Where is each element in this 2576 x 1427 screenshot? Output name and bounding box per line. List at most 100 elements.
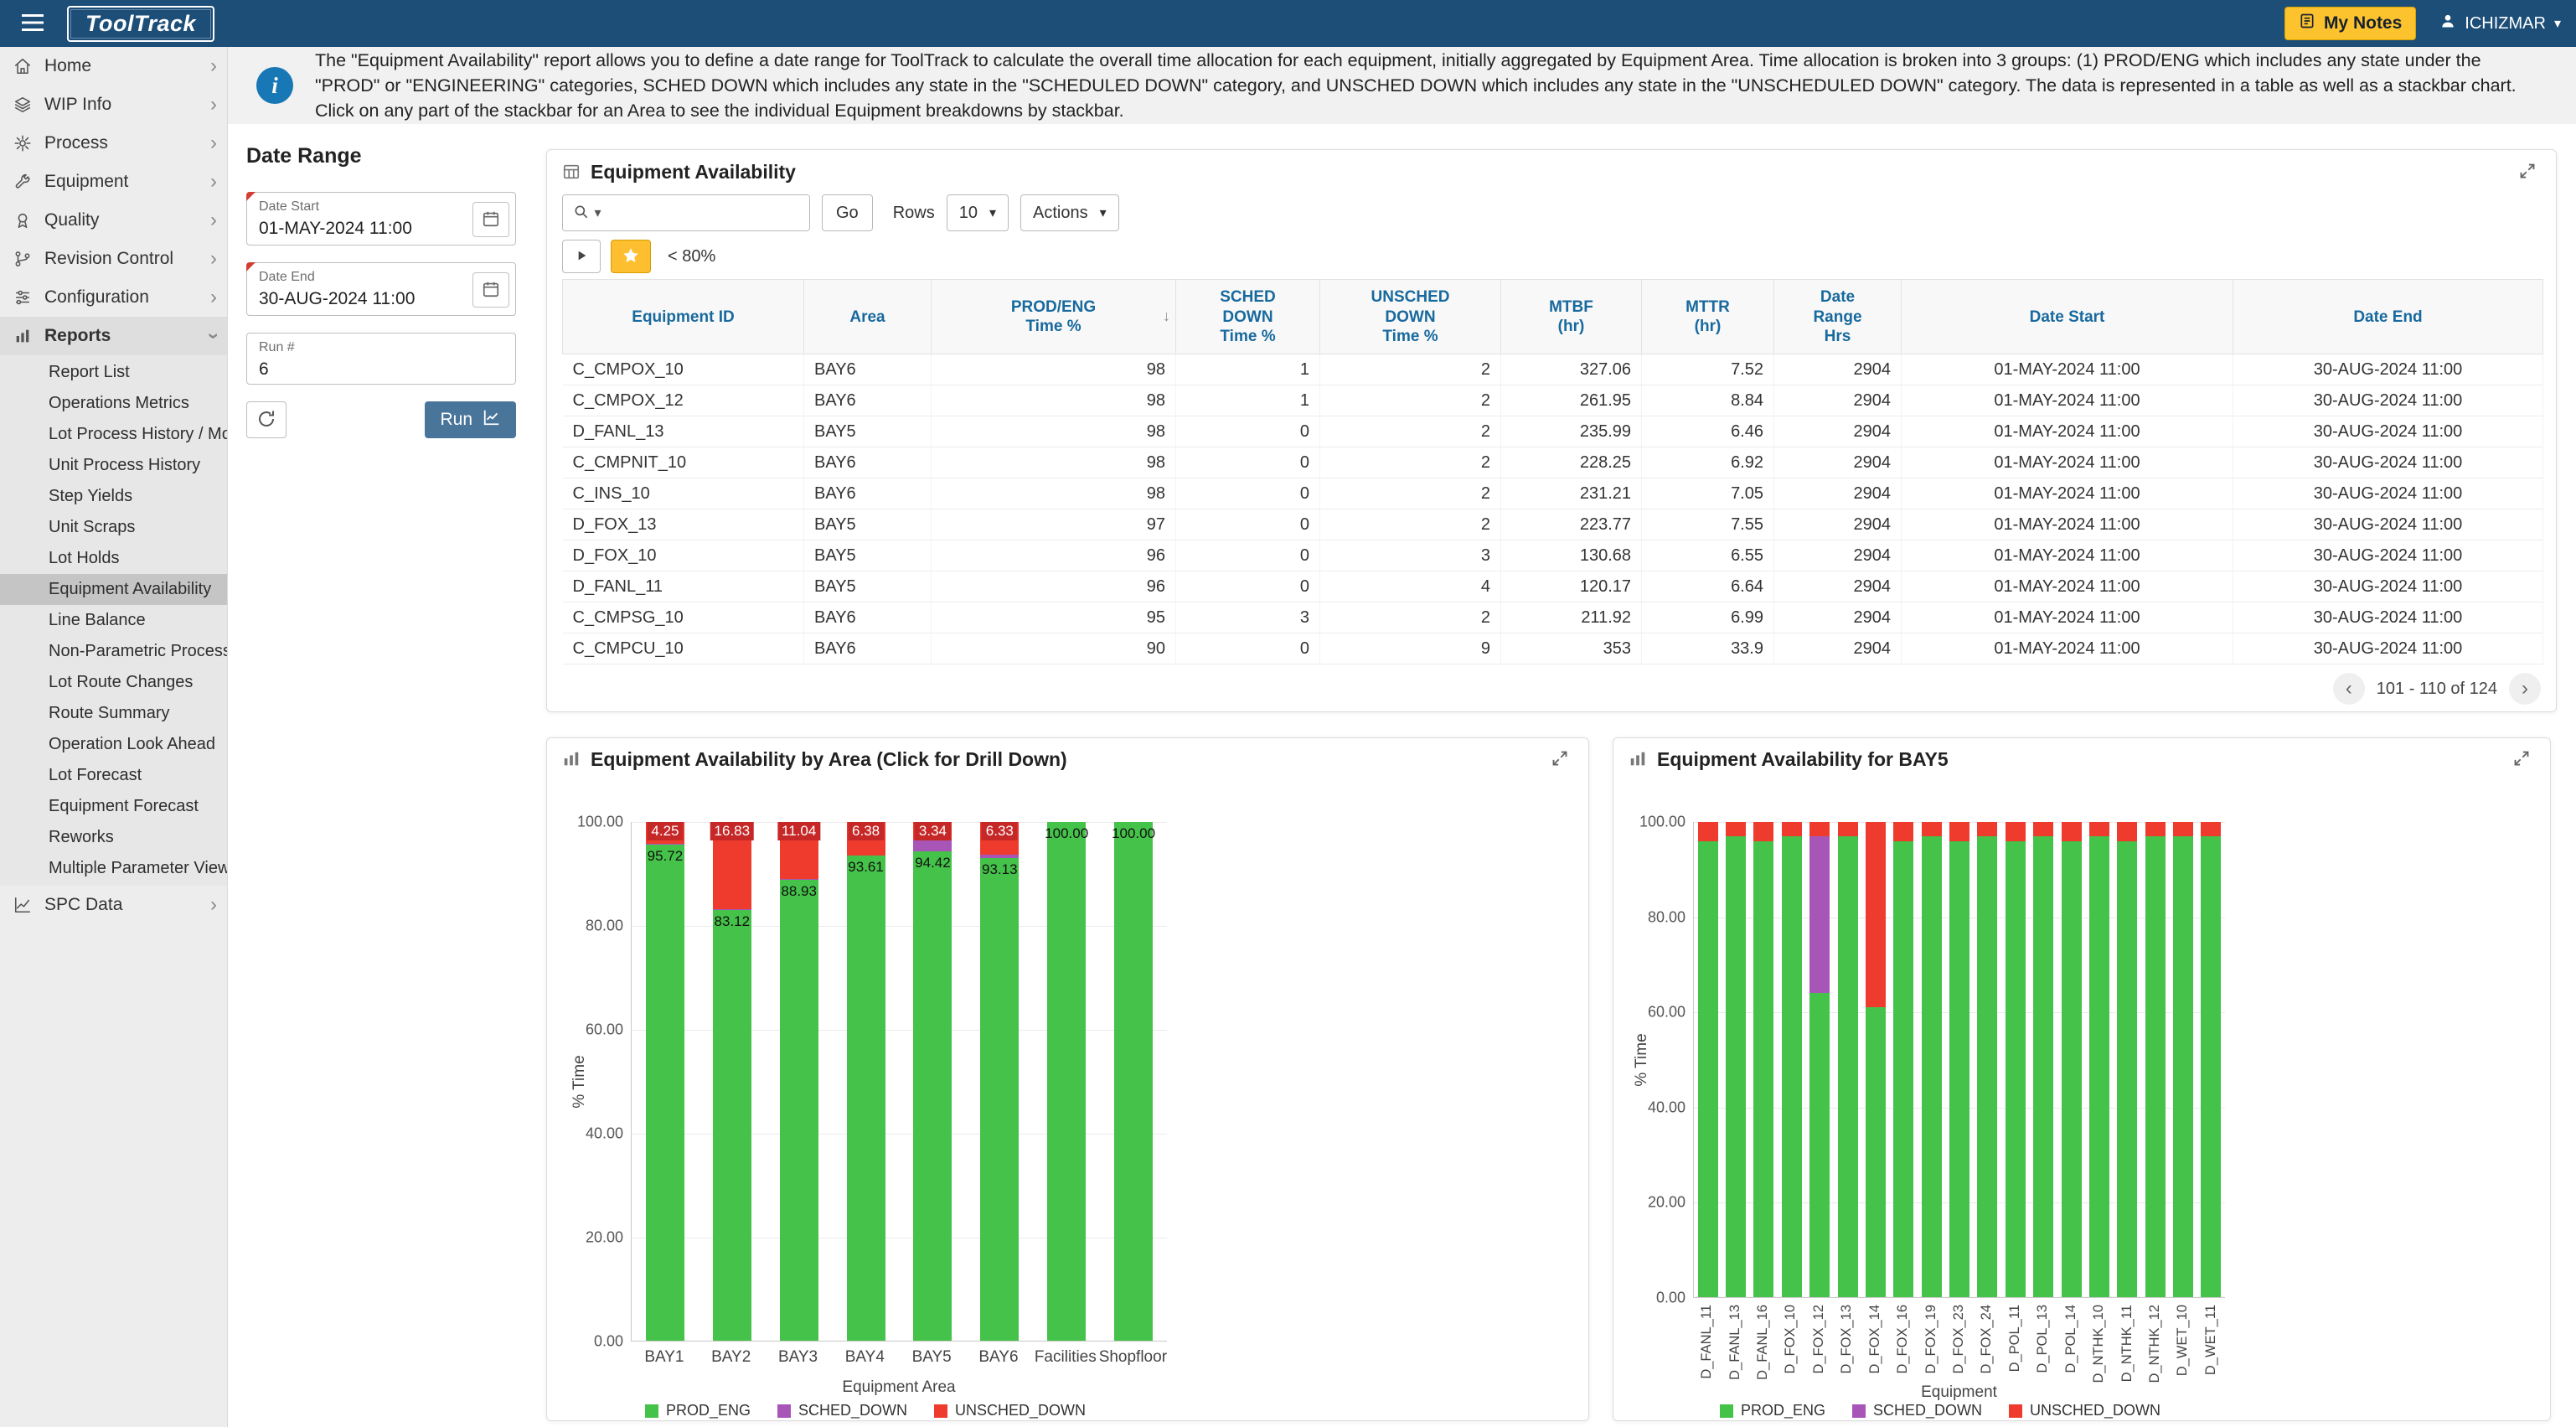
column-header-date-start[interactable]: Date Start (1902, 280, 2233, 354)
equipment-id-link[interactable]: C_CMPCU_10 (563, 633, 804, 664)
table-row: D_FANL_13BAY59802235.996.46290401-MAY-20… (563, 416, 2543, 447)
sidebar-item-revision-control[interactable]: Revision Control› (0, 240, 227, 278)
reset-button[interactable] (246, 401, 287, 438)
bar-segment-unsched-down[interactable]: 3.34 (913, 822, 952, 840)
bar-segment-sched-down[interactable] (913, 840, 952, 851)
search-options-button[interactable]: ▾ (563, 195, 612, 230)
bar-segment-unsched-down (1782, 822, 1802, 836)
equipment-id-link[interactable]: C_CMPSG_10 (563, 602, 804, 633)
user-menu-button[interactable]: ICHIZMAR ▾ (2439, 13, 2561, 34)
sidebar-item-configuration[interactable]: Configuration› (0, 278, 227, 317)
next-page-button[interactable]: › (2509, 673, 2541, 705)
column-header-mttr-hr[interactable]: MTTR(hr) (1642, 280, 1774, 354)
bar-segment-unsched-down[interactable]: 4.25 (646, 822, 684, 844)
menu-toggle-button[interactable] (15, 7, 50, 40)
bar-segment-unsched-down[interactable]: 11.04 (780, 822, 818, 879)
sidebar-item-report-list[interactable]: Report List (0, 357, 227, 388)
equipment-id-link[interactable]: C_CMPOX_10 (563, 354, 804, 385)
equipment-id-link[interactable]: D_FOX_10 (563, 540, 804, 571)
run-button[interactable]: Run (425, 401, 516, 438)
sidebar-item-reports[interactable]: Reports› (0, 317, 227, 355)
date-start-calendar-button[interactable] (472, 202, 509, 237)
bar-segment-prod-eng[interactable]: 95.72 (646, 845, 684, 1342)
bar-segment-unsched-down[interactable]: 6.33 (980, 822, 1019, 855)
sidebar-item-multiple-parameter-view[interactable]: Multiple Parameter View (0, 853, 227, 884)
bar-segment-prod-eng[interactable]: 88.93 (780, 880, 818, 1341)
reset-icon (256, 409, 276, 432)
sidebar-item-process[interactable]: Process› (0, 124, 227, 163)
prev-page-button[interactable]: ‹ (2333, 673, 2365, 705)
column-header-sched-down-time[interactable]: SCHEDDOWNTime % (1176, 280, 1320, 354)
column-header-area[interactable]: Area (804, 280, 932, 354)
table-cell: 30-AUG-2024 11:00 (2233, 478, 2543, 509)
bar-chart-icon (562, 750, 581, 768)
bar-segment-unsched-down[interactable]: 16.83 (713, 822, 751, 909)
sidebar-item-lot-route-changes[interactable]: Lot Route Changes (0, 667, 227, 698)
table-cell: BAY6 (804, 447, 932, 478)
sidebar-item-quality[interactable]: Quality› (0, 201, 227, 240)
table-cell: 2904 (1774, 385, 1902, 416)
sidebar-item-step-yields[interactable]: Step Yields (0, 481, 227, 512)
equipment-id-link[interactable]: C_CMPNIT_10 (563, 447, 804, 478)
maximize-button[interactable] (1546, 745, 1573, 774)
play-icon (575, 249, 588, 265)
stacked-bar-d-fox-24 (1977, 822, 1997, 1297)
saved-report-star-button[interactable] (611, 240, 651, 273)
column-header-prod-eng-time[interactable]: PROD/ENGTime %↓ (932, 280, 1176, 354)
equipment-id-link[interactable]: C_INS_10 (563, 478, 804, 509)
x-category-label: D_NTHK_12 (2147, 1305, 2163, 1383)
date-end-calendar-button[interactable] (472, 272, 509, 308)
equipment-id-link[interactable]: D_FANL_11 (563, 571, 804, 602)
sidebar-item-wip-info[interactable]: WIP Info› (0, 85, 227, 124)
maximize-button[interactable] (2508, 745, 2535, 774)
bar-segment-prod-eng[interactable]: 93.61 (847, 856, 885, 1341)
my-notes-button[interactable]: My Notes (2284, 7, 2416, 40)
bar-segment-prod-eng[interactable]: 94.42 (913, 851, 952, 1341)
sidebar-item-home[interactable]: Home› (0, 47, 227, 85)
date-end-field[interactable]: Date End 30-AUG-2024 11:00 (246, 262, 516, 316)
run-number-value[interactable]: 6 (259, 359, 465, 380)
sidebar-item-equipment-forecast[interactable]: Equipment Forecast (0, 791, 227, 822)
bar-segment-sched-down[interactable] (980, 855, 1019, 857)
actions-menu-button[interactable]: Actions ▾ (1020, 194, 1119, 231)
date-start-value[interactable]: 01-MAY-2024 11:00 (259, 219, 465, 239)
column-header-mtbf-hr[interactable]: MTBF(hr) (1501, 280, 1642, 354)
sidebar-item-operations-metrics[interactable]: Operations Metrics (0, 388, 227, 419)
equipment-id-link[interactable]: C_CMPOX_12 (563, 385, 804, 416)
bar-segment-prod-eng[interactable]: 100.00 (1114, 822, 1153, 1341)
expand-control-button[interactable] (562, 240, 601, 273)
bar-segment-prod-eng[interactable]: 83.12 (713, 910, 751, 1342)
bar-segment-prod-eng[interactable]: 100.00 (1047, 822, 1086, 1341)
rows-select[interactable]: 10 ▾ (947, 194, 1009, 231)
sidebar-item-route-summary[interactable]: Route Summary (0, 698, 227, 729)
column-header-date-range-hrs[interactable]: DateRangeHrs (1774, 280, 1902, 354)
sidebar-item-spc-data[interactable]: SPC Data› (0, 886, 227, 924)
maximize-button[interactable] (2514, 158, 2541, 187)
sidebar-item-lot-forecast[interactable]: Lot Forecast (0, 760, 227, 791)
sidebar-item-reworks[interactable]: Reworks (0, 822, 227, 853)
sidebar-item-equipment-availability[interactable]: Equipment Availability (0, 574, 227, 605)
sidebar-item-lot-holds[interactable]: Lot Holds (0, 543, 227, 574)
sidebar-item-operation-look-ahead[interactable]: Operation Look Ahead (0, 729, 227, 760)
sidebar-item-unit-scraps[interactable]: Unit Scraps (0, 512, 227, 543)
equipment-id-link[interactable]: D_FANL_13 (563, 416, 804, 447)
date-end-value[interactable]: 30-AUG-2024 11:00 (259, 289, 465, 309)
filter-chip[interactable]: < 80% (668, 247, 715, 266)
expand-icon (2519, 169, 2536, 182)
sidebar-item-equipment[interactable]: Equipment› (0, 163, 227, 201)
bar-segment-prod-eng[interactable]: 93.13 (980, 858, 1019, 1341)
equipment-id-link[interactable]: D_FOX_13 (563, 509, 804, 540)
go-button[interactable]: Go (822, 194, 873, 231)
sidebar-item-lot-process-history-moves[interactable]: Lot Process History / Moves (0, 419, 227, 450)
bar-segment-unsched-down (2033, 822, 2053, 836)
date-start-field[interactable]: Date Start 01-MAY-2024 11:00 (246, 192, 516, 246)
sidebar-item-non-parametric-process-data[interactable]: Non-Parametric Process Data (0, 636, 227, 667)
sidebar-item-unit-process-history[interactable]: Unit Process History (0, 450, 227, 481)
sidebar-item-line-balance[interactable]: Line Balance (0, 605, 227, 636)
search-input[interactable] (612, 195, 809, 230)
run-number-field[interactable]: Run # 6 (246, 333, 516, 385)
column-header-equipment-id[interactable]: Equipment ID (563, 280, 804, 354)
bar-segment-unsched-down[interactable]: 6.38 (847, 822, 885, 855)
column-header-unsched-down-time[interactable]: UNSCHEDDOWNTime % (1320, 280, 1501, 354)
column-header-date-end[interactable]: Date End (2233, 280, 2543, 354)
